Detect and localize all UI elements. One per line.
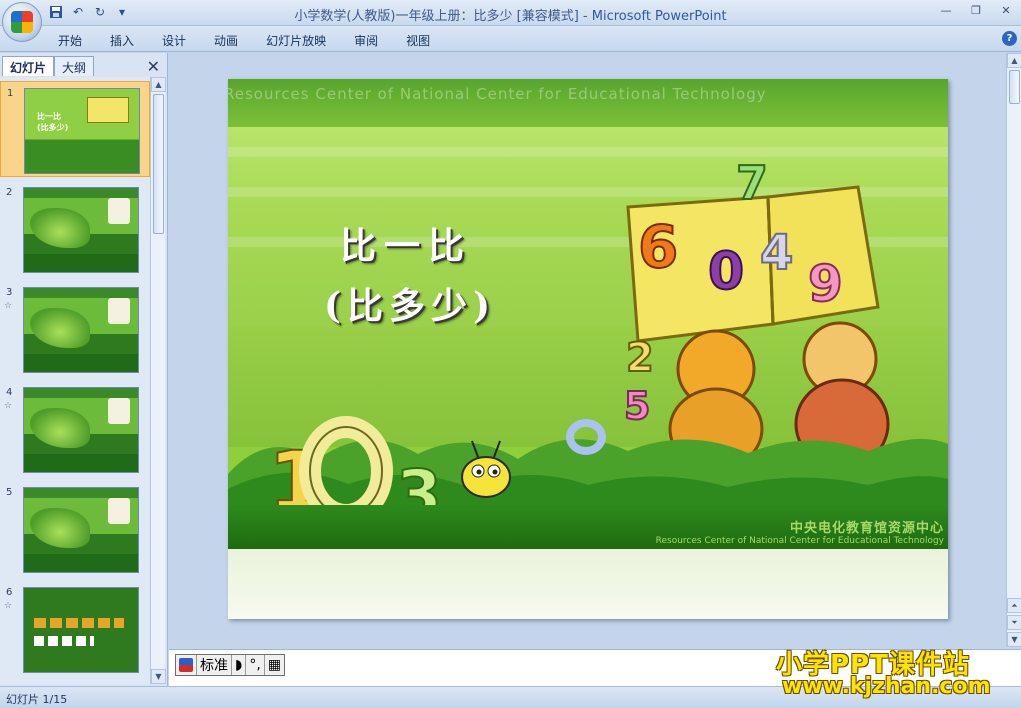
tab-outline[interactable]: 大纲 — [54, 56, 95, 76]
number-9-character: 9 — [808, 255, 843, 313]
slides-panel: 幻灯片 大纲 ✕ 1 比一比 (比多少) 2 3 ☆ 4 ☆ 5 6 ☆ ▲ ▼ — [0, 53, 168, 686]
thumbnail-image — [23, 187, 139, 273]
thumbnail-image — [23, 387, 139, 473]
scroll-down-icon[interactable]: ▼ — [151, 669, 166, 684]
thumbnail-number: 2 — [6, 187, 13, 198]
office-button[interactable] — [2, 2, 42, 42]
number-7-character: 7 — [736, 156, 768, 210]
close-icon[interactable]: ✕ — [147, 57, 160, 76]
site-watermark-url: www.kjzhan.com — [782, 674, 991, 699]
number-6-character: 6 — [638, 213, 678, 281]
thumbnail-number: 3 — [6, 287, 13, 298]
scrollbar-thumb[interactable] — [153, 94, 164, 234]
restore-icon[interactable]: ❐ — [961, 0, 991, 20]
window-title: 小学数学(人教版)一年级上册：比多少 [兼容模式] - Microsoft Po… — [0, 5, 1021, 24]
previous-slide-icon[interactable]: ⏶ — [1007, 598, 1021, 613]
thumbnail-number: 4 — [6, 387, 13, 398]
ribbon-tab-bar: 开始 插入 设计 动画 幻灯片放映 审阅 视图 ? — [0, 26, 1021, 52]
scroll-down-icon[interactable]: ▼ — [1007, 632, 1021, 647]
slide-thumbnail-5[interactable]: 5 — [0, 481, 150, 577]
soft-keyboard-icon[interactable]: ▦ — [265, 655, 284, 675]
main-scrollbar[interactable]: ▲ ⏶ ⏷ ▼ — [1006, 53, 1021, 647]
scroll-up-icon[interactable]: ▲ — [1007, 53, 1021, 68]
thumbnail-number: 6 — [6, 587, 13, 598]
thumbnail-image: 比一比 (比多少) — [24, 88, 140, 174]
punctuation-icon[interactable]: °, — [246, 655, 265, 675]
office-logo-icon — [11, 11, 33, 33]
number-2-character: 2 — [626, 335, 654, 381]
slide-thumbnail-2[interactable]: 2 — [0, 181, 150, 277]
tab-design[interactable]: 设计 — [162, 32, 200, 49]
tab-home[interactable]: 开始 — [58, 32, 96, 49]
document-title: 小学数学(人教版)一年级上册：比多少 [兼容模式] - — [294, 9, 592, 24]
animation-star-icon: ☆ — [4, 401, 13, 411]
tab-slides[interactable]: 幻灯片 — [2, 56, 55, 76]
number-5-character: 5 — [624, 384, 650, 428]
title-bar: ↶ ↻ ▾ 小学数学(人教版)一年级上册：比多少 [兼容模式] - Micros… — [0, 0, 1021, 42]
next-slide-icon[interactable]: ⏷ — [1007, 615, 1021, 630]
scroll-up-icon[interactable]: ▲ — [151, 77, 166, 92]
slide-thumbnail-6[interactable]: 6 ☆ — [0, 581, 150, 677]
close-icon[interactable]: ✕ — [991, 0, 1021, 20]
publisher-logo-en: Resources Center of National Center for … — [655, 536, 944, 546]
slide-thumbnail-4[interactable]: 4 ☆ — [0, 381, 150, 477]
number-0-character: 0 — [708, 242, 744, 302]
minimize-icon[interactable]: — — [931, 0, 961, 20]
publisher-logo-cn: 中央电化教育馆资源中心 — [789, 521, 944, 536]
app-name: Microsoft PowerPoint — [591, 9, 727, 24]
thumbnail-image — [23, 287, 139, 373]
tab-review[interactable]: 审阅 — [354, 32, 392, 49]
thumbnail-number: 1 — [7, 88, 14, 99]
slide-bottom-band — [228, 549, 948, 619]
window-controls: — ❐ ✕ — [931, 0, 1021, 20]
ime-logo-icon[interactable] — [176, 655, 197, 675]
tab-view[interactable]: 视图 — [406, 32, 444, 49]
current-slide[interactable]: Resources Center of National Center for … — [228, 79, 948, 619]
tab-insert[interactable]: 插入 — [110, 32, 148, 49]
slide-counter: 幻灯片 1/15 — [6, 693, 68, 706]
number-4-character: 4 — [760, 225, 793, 281]
animation-star-icon: ☆ — [4, 301, 13, 311]
tab-slideshow[interactable]: 幻灯片放映 — [266, 32, 340, 49]
scrollbar-thumb[interactable] — [1009, 70, 1020, 104]
help-icon[interactable]: ? — [1002, 31, 1017, 46]
half-width-icon[interactable]: ◗ — [232, 655, 247, 675]
thumbnail-image — [23, 587, 139, 673]
slide-title[interactable]: 比一比 — [340, 217, 472, 269]
slide-thumbnail-list: 1 比一比 (比多少) 2 3 ☆ 4 ☆ 5 6 ☆ — [0, 77, 150, 684]
ime-mode-label[interactable]: 标准 — [197, 655, 232, 675]
thumbnail-number: 5 — [6, 487, 13, 498]
slide-subtitle[interactable]: (比多少) — [324, 277, 496, 329]
tab-animations[interactable]: 动画 — [214, 32, 252, 49]
animation-star-icon: ☆ — [4, 601, 13, 611]
thumbnail-scrollbar[interactable]: ▲ ▼ — [150, 77, 166, 684]
slide-thumbnail-3[interactable]: 3 ☆ — [0, 281, 150, 377]
ime-toolbar[interactable]: 标准 ◗ °, ▦ — [175, 654, 286, 676]
thumbnail-image — [23, 487, 139, 573]
slide-thumbnail-1[interactable]: 1 比一比 (比多少) — [0, 81, 150, 177]
